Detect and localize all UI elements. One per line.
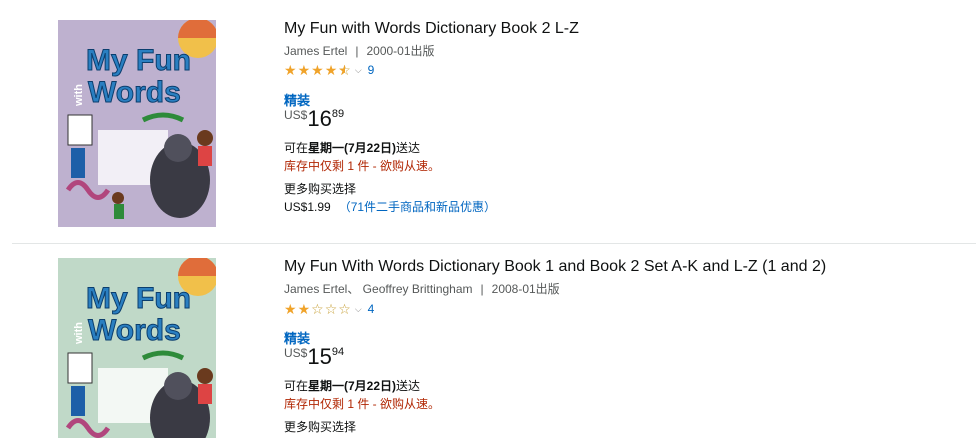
byline-separator: | [480, 282, 484, 296]
price[interactable]: US$1594 [284, 344, 344, 370]
delivery-info: 可在星期一(7月22日)送达 [284, 139, 420, 156]
used-price: US$1.99 [284, 200, 331, 214]
cover-title-line1: My Fun [86, 44, 191, 77]
book-cover-art: My Fun with Words [58, 258, 216, 438]
byline: James Ertel | 2000-01出版 [284, 42, 435, 59]
author-names[interactable]: James Ertel、 Geoffrey Brittingham [284, 282, 473, 296]
stock-warning: 库存中仅剩 1 件 - 欲购从速。 [284, 159, 441, 173]
delivery-date: 星期一(7月22日) [308, 379, 397, 393]
star-empty-icon: ☆ [338, 301, 351, 317]
star-full-icon: ★ [284, 62, 297, 78]
byline: James Ertel、 Geoffrey Brittingham | 2008-0… [284, 280, 560, 297]
author-name[interactable]: James Ertel [284, 44, 347, 58]
price[interactable]: US$1689 [284, 106, 344, 132]
price-fraction: 89 [331, 108, 345, 120]
star-empty-icon: ☆ [311, 301, 324, 317]
price-whole: 15 [307, 344, 332, 369]
price-currency: US$ [284, 346, 308, 360]
review-count-link[interactable]: 9 [368, 63, 375, 77]
delivery-suffix: 送达 [396, 141, 421, 155]
cover-title-line2: Words [88, 314, 181, 347]
review-count-link[interactable]: 4 [368, 302, 375, 316]
cover-with-label: with [73, 322, 85, 345]
chevron-down-icon[interactable]: ⌵ [355, 304, 362, 315]
price-whole: 16 [307, 106, 332, 131]
star-full-icon: ★ [297, 301, 311, 317]
search-result: My Fun with Words My Fun with Words Dict… [0, 0, 976, 244]
delivery-info: 可在星期一(7月22日)送达 [284, 377, 420, 394]
star-full-icon: ★ [324, 62, 338, 78]
book-cover-image[interactable]: My Fun with Words [58, 20, 216, 227]
stock-warning: 库存中仅剩 1 件 - 欲购从速。 [284, 397, 441, 411]
product-title-link[interactable]: My Fun With Words Dictionary Book 1 and … [284, 258, 826, 276]
publication-date: 2008-01出版 [491, 282, 560, 296]
delivery-prefix: 可在 [284, 379, 309, 393]
cover-with-label: with [73, 84, 85, 107]
publication-date: 2000-01出版 [366, 44, 435, 58]
cover-title-line1: My Fun [86, 282, 191, 315]
delivery-date: 星期一(7月22日) [308, 141, 397, 155]
chevron-down-icon[interactable]: ⌵ [355, 65, 362, 76]
book-cover-image[interactable]: My Fun with Words [58, 258, 216, 438]
price-currency: US$ [284, 108, 308, 122]
star-rating[interactable]: ★ ★ ★ ★ ☆ ⌵ 9 [284, 62, 374, 78]
star-full-icon: ★ [297, 62, 311, 78]
star-full-icon: ★ [311, 62, 324, 78]
delivery-prefix: 可在 [284, 141, 309, 155]
more-buying-options: 更多购买选择 [284, 182, 357, 196]
star-empty-icon: ☆ [324, 301, 338, 317]
delivery-suffix: 送达 [396, 379, 421, 393]
star-rating[interactable]: ★ ★ ☆ ☆ ☆ ⌵ 4 [284, 301, 374, 317]
byline-separator: | [355, 44, 359, 58]
product-title-link[interactable]: My Fun with Words Dictionary Book 2 L-Z [284, 20, 579, 38]
book-cover-art: My Fun with Words [58, 20, 216, 227]
used-offers-link[interactable]: （71件二手商品和新品优惠） [339, 200, 496, 214]
cover-title-line2: Words [88, 76, 181, 109]
more-buying-options: 更多购买选择 [284, 420, 357, 434]
search-result: My Fun with Words My Fun With Words Dict… [0, 244, 976, 438]
star-half-icon: ☆ [338, 63, 351, 77]
used-offers: US$1.99 （71件二手商品和新品优惠） [284, 198, 496, 215]
star-full-icon: ★ [284, 301, 297, 317]
price-fraction: 94 [331, 346, 345, 358]
